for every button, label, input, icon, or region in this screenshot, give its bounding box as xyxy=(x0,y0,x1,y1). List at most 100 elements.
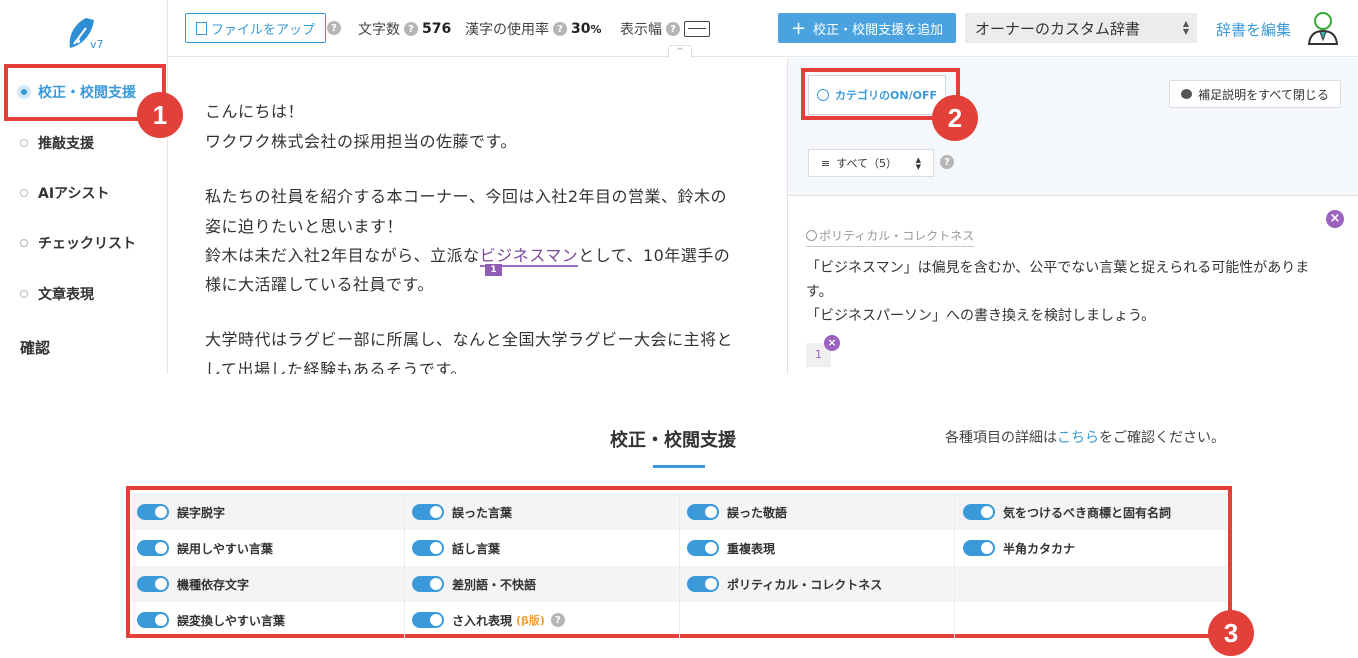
toggle-switch[interactable] xyxy=(412,504,444,520)
sidebar-item-label: 推敲支援 xyxy=(38,136,94,152)
annotation-badge-2: 2 xyxy=(932,95,978,141)
toggle-row: 機種依存文字 差別語・不快語 ポリティカル・コレクトネス xyxy=(131,566,1227,602)
sidebar-item-label: チェックリスト xyxy=(38,236,136,252)
kanji-ratio: 漢字の使用率 ? 30% xyxy=(465,19,602,39)
check-circle-icon xyxy=(806,230,817,241)
collapse-toolbar-button[interactable]: ^ xyxy=(668,45,692,58)
suggestion-line: す。 xyxy=(806,284,833,300)
radio-dot-icon xyxy=(20,139,28,147)
dismiss-icon[interactable]: × xyxy=(1326,210,1344,228)
text-editor[interactable]: こんにちは！ ワクワク株式会社の採用担当の佐藤です。 私たちの社員を紹介する本コ… xyxy=(168,58,786,374)
help-icon[interactable]: ? xyxy=(553,22,567,36)
dictionary-select[interactable]: オーナーのカスタム辞書 ▲ ▼ xyxy=(965,13,1197,43)
dismiss-icon[interactable]: × xyxy=(824,335,840,351)
sidebar-item-expression[interactable]: 文章表現 xyxy=(0,275,168,313)
user-avatar-icon[interactable] xyxy=(1306,10,1340,46)
filter-select[interactable]: ≡ すべて（5） ▲ ▼ xyxy=(808,149,934,177)
file-upload-icon xyxy=(196,21,207,35)
toggle-sa-ire[interactable]: さ入れ表現 (β版)? xyxy=(406,602,680,638)
select-arrows-icon: ▲ ▼ xyxy=(1182,19,1189,36)
help-icon[interactable]: ? xyxy=(327,21,341,35)
toggle-trademarks[interactable]: 気をつけるべき商標と固有名詞 xyxy=(957,494,1231,530)
upload-file-button[interactable]: ファイルをアップ xyxy=(185,13,327,43)
add-proofreading-label: 校正・校閲支援を追加 xyxy=(813,22,944,38)
editor-text: として、10年選手の xyxy=(578,246,731,265)
empty-cell xyxy=(681,602,955,638)
toggle-label: 誤字脱字 xyxy=(177,505,226,520)
suggestion-line: 「ビジネスパーソン」への書き換えを検討しましょう。 xyxy=(806,308,1156,324)
logo-version: v7 xyxy=(90,38,104,51)
sidebar-item-label: 文章表現 xyxy=(38,287,94,303)
flag-number-badge[interactable]: 1 xyxy=(485,264,502,276)
edit-dictionary-link[interactable]: 辞書を編集 xyxy=(1216,19,1291,40)
toggle-label: 機種依存文字 xyxy=(177,577,250,592)
toggle-switch[interactable] xyxy=(687,540,719,556)
toggle-label: 話し言葉 xyxy=(452,541,501,556)
toggle-misused-words[interactable]: 誤用しやすい言葉 xyxy=(131,530,405,566)
toggle-switch[interactable] xyxy=(137,504,169,520)
toggle-political-correctness[interactable]: ポリティカル・コレクトネス xyxy=(681,566,955,602)
toggle-label: さ入れ表現 xyxy=(452,613,513,628)
toggle-switch[interactable] xyxy=(137,576,169,592)
toggle-switch[interactable] xyxy=(963,540,995,556)
help-icon[interactable]: ? xyxy=(550,613,565,627)
toggle-switch[interactable] xyxy=(687,504,719,520)
details-link[interactable]: こちら xyxy=(1057,430,1099,446)
add-proofreading-button[interactable]: + 校正・校閲支援を追加 xyxy=(778,13,957,43)
suggestion-line: 「ビジネスマン」は偏見を含むか、公平でない言葉と捉えられる可能性がありま xyxy=(806,260,1310,276)
toggle-switch[interactable] xyxy=(137,612,169,628)
toggle-switch[interactable] xyxy=(412,540,444,556)
toggle-redundant[interactable]: 重複表現 xyxy=(681,530,955,566)
editor-line: 姿に迫りたいと思います！ xyxy=(205,217,404,236)
radio-dot-icon xyxy=(20,290,28,298)
suggestion-card: × ポリティカル・コレクトネス 「ビジネスマン」は偏見を含むか、公平でない言葉と… xyxy=(788,195,1358,374)
toggle-colloquial[interactable]: 話し言葉 xyxy=(406,530,680,566)
close-all-notes-label: 補足説明をすべて閉じる xyxy=(1198,87,1329,102)
toggle-label: 誤った敬語 xyxy=(727,505,788,520)
sidebar-item-checklist[interactable]: チェックリスト xyxy=(0,224,168,262)
category-tag-label: ポリティカル・コレクトネス xyxy=(819,229,975,243)
help-icon[interactable]: ? xyxy=(940,155,954,169)
sidebar-item-ai-assist[interactable]: AIアシスト xyxy=(0,174,168,212)
kanji-ratio-label: 漢字の使用率 xyxy=(465,22,549,38)
toggle-switch[interactable] xyxy=(412,612,444,628)
toggle-label: 半角カタカナ xyxy=(1003,541,1076,556)
toggle-switch[interactable] xyxy=(412,576,444,592)
upload-file-label: ファイルをアップ xyxy=(211,22,316,38)
settings-note-text: をご確認ください。 xyxy=(1099,430,1225,446)
empty-cell xyxy=(957,566,1231,602)
settings-title: 校正・校閲支援 xyxy=(610,430,736,451)
toggle-label: 差別語・不快語 xyxy=(452,577,537,592)
help-icon[interactable]: ? xyxy=(666,22,680,36)
toggle-wrong-words[interactable]: 誤った言葉 xyxy=(406,494,680,530)
toggle-wrong-honorifics[interactable]: 誤った敬語 xyxy=(681,494,955,530)
toggle-switch[interactable] xyxy=(687,576,719,592)
toggle-switch[interactable] xyxy=(963,504,995,520)
toggle-halfwidth-katakana[interactable]: 半角カタカナ xyxy=(957,530,1231,566)
editor-text: 鈴木は未だ入社2年目ながら、立派な xyxy=(205,246,480,265)
kanji-ratio-unit: % xyxy=(590,23,602,36)
empty-cell xyxy=(957,602,1231,638)
toggle-label: 誤変換しやすい言葉 xyxy=(177,613,285,628)
sidebar-section-confirm[interactable]: 確認 xyxy=(0,328,168,366)
toggle-label: 誤用しやすい言葉 xyxy=(177,541,273,556)
dictionary-selected-value: オーナーのカスタム辞書 xyxy=(975,19,1141,38)
toggle-typos[interactable]: 誤字脱字 xyxy=(131,494,405,530)
editor-line: ワクワク株式会社の採用担当の佐藤です。 xyxy=(205,132,517,151)
editor-line: 大学時代はラグビー部に所属し、なんと全国大学ラグビー大会に主将と xyxy=(205,330,734,349)
editor-line: 様に大活躍している社員です。 xyxy=(205,275,434,294)
toggle-label: 誤った言葉 xyxy=(452,505,513,520)
display-width: 表示幅 ? xyxy=(620,19,710,39)
editor-line: 鈴木は未だ入社2年目ながら、立派なビジネスマンとして、10年選手の xyxy=(205,242,731,267)
display-width-label: 表示幅 xyxy=(620,22,662,38)
toggle-discriminatory[interactable]: 差別語・不快語 xyxy=(406,566,680,602)
toggle-label: ポリティカル・コレクトネス xyxy=(727,577,883,592)
toggle-switch[interactable] xyxy=(137,540,169,556)
filter-selected-value: すべて（5） xyxy=(836,157,898,170)
toggle-misconversion[interactable]: 誤変換しやすい言葉 xyxy=(131,602,405,638)
radio-dot-icon xyxy=(20,189,28,197)
help-icon[interactable]: ? xyxy=(404,22,418,36)
close-all-notes-button[interactable]: 補足説明をすべて閉じる xyxy=(1169,80,1341,108)
toggle-platform-chars[interactable]: 機種依存文字 xyxy=(131,566,405,602)
width-toggle-icon[interactable] xyxy=(684,21,710,37)
